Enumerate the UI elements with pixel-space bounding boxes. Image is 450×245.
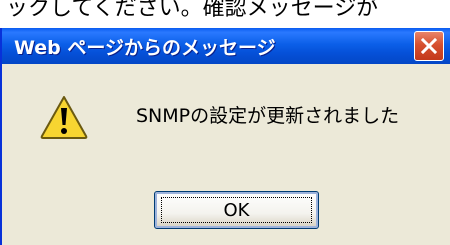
ok-button-label: OK (223, 199, 250, 221)
close-icon (421, 38, 437, 54)
ok-button[interactable]: OK (154, 191, 319, 229)
close-button[interactable] (414, 31, 444, 61)
warning-icon (40, 96, 88, 139)
dialog-title: Web ページからのメッセージ (14, 37, 276, 59)
background-page-text: ックしてください。確認メッセージが (6, 0, 379, 21)
dialog-message: SNMPの設定が更新されました (136, 105, 400, 127)
dialog-titlebar[interactable]: Web ページからのメッセージ (2, 28, 450, 64)
message-dialog: Web ページからのメッセージ SNMPの設定が更新されました OK (0, 28, 450, 245)
dialog-content: SNMPの設定が更新されました OK (2, 64, 450, 245)
